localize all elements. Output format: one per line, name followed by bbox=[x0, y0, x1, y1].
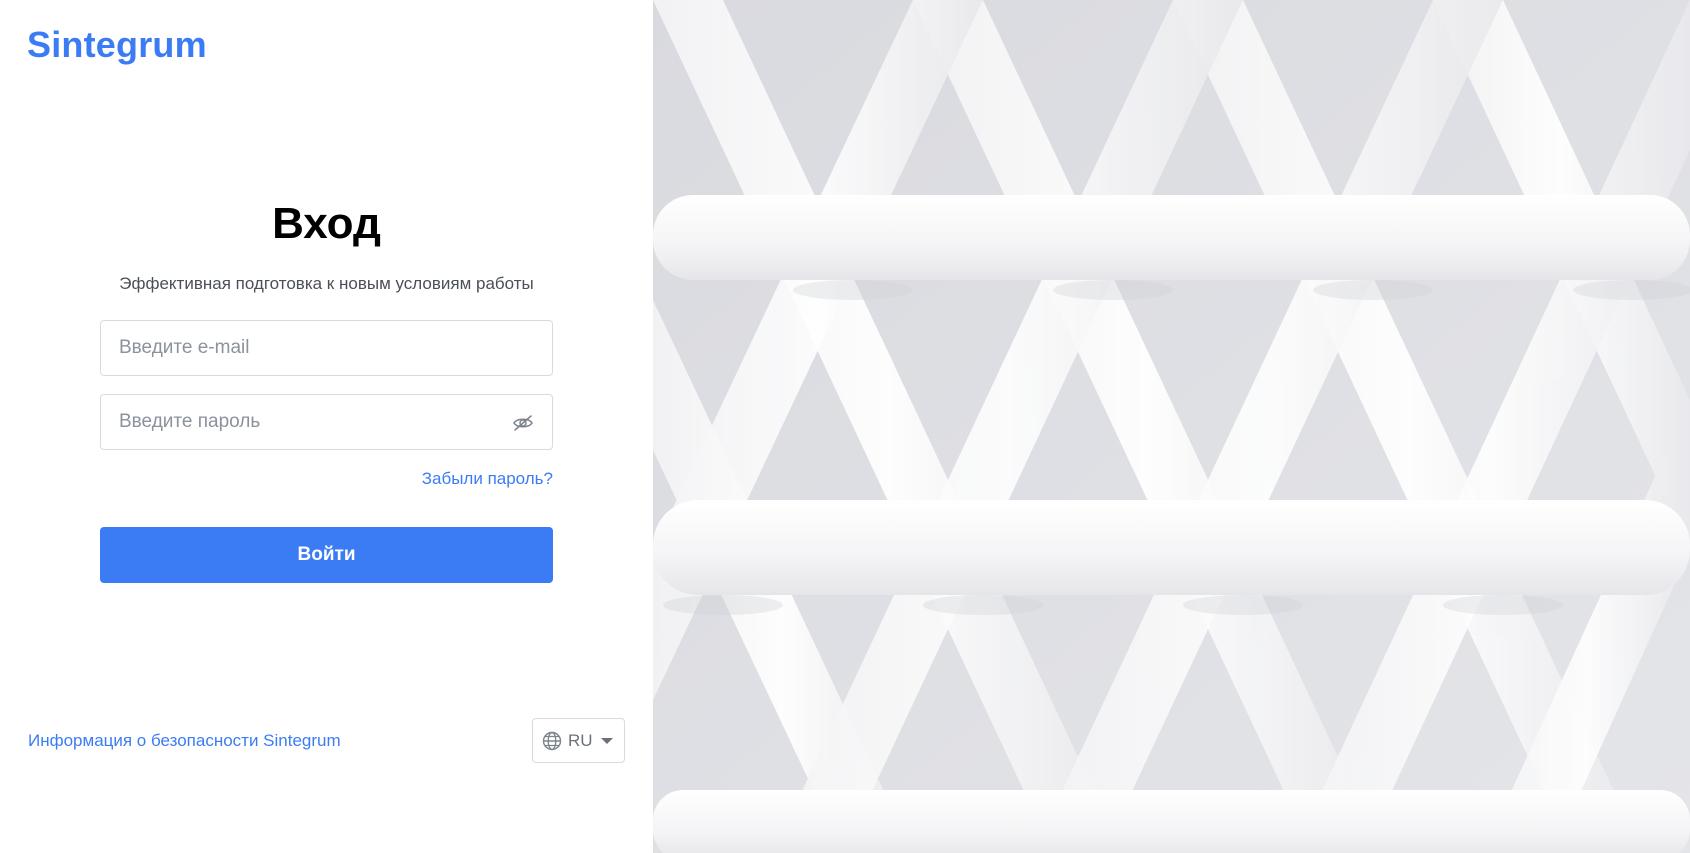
login-page: Sintegrum Вход Эффективная подготовка к … bbox=[0, 0, 1690, 853]
page-title: Вход bbox=[272, 199, 381, 248]
page-subtitle: Эффективная подготовка к новым условиям … bbox=[119, 274, 534, 293]
email-field-wrapper bbox=[100, 320, 553, 376]
login-form: Вход Эффективная подготовка к новым усло… bbox=[100, 196, 553, 583]
woven-pattern bbox=[653, 0, 1690, 853]
background-image bbox=[653, 0, 1690, 853]
caret-down-icon bbox=[600, 737, 613, 744]
login-panel: Sintegrum Вход Эффективная подготовка к … bbox=[0, 0, 653, 853]
password-field-wrapper bbox=[100, 394, 553, 450]
forgot-password-link[interactable]: Забыли пароль? bbox=[422, 469, 553, 488]
forgot-password-row: Забыли пароль? bbox=[100, 469, 553, 493]
password-field[interactable] bbox=[101, 395, 552, 449]
globe-icon bbox=[542, 731, 562, 751]
eye-off-icon[interactable] bbox=[512, 413, 534, 433]
language-select[interactable]: RU bbox=[532, 718, 625, 763]
email-field[interactable] bbox=[101, 321, 552, 375]
login-button[interactable]: Войти bbox=[100, 527, 553, 583]
language-code: RU bbox=[568, 730, 593, 750]
brand-logo[interactable]: Sintegrum bbox=[27, 24, 207, 66]
security-info-link[interactable]: Информация о безопасности Sintegrum bbox=[28, 731, 341, 751]
